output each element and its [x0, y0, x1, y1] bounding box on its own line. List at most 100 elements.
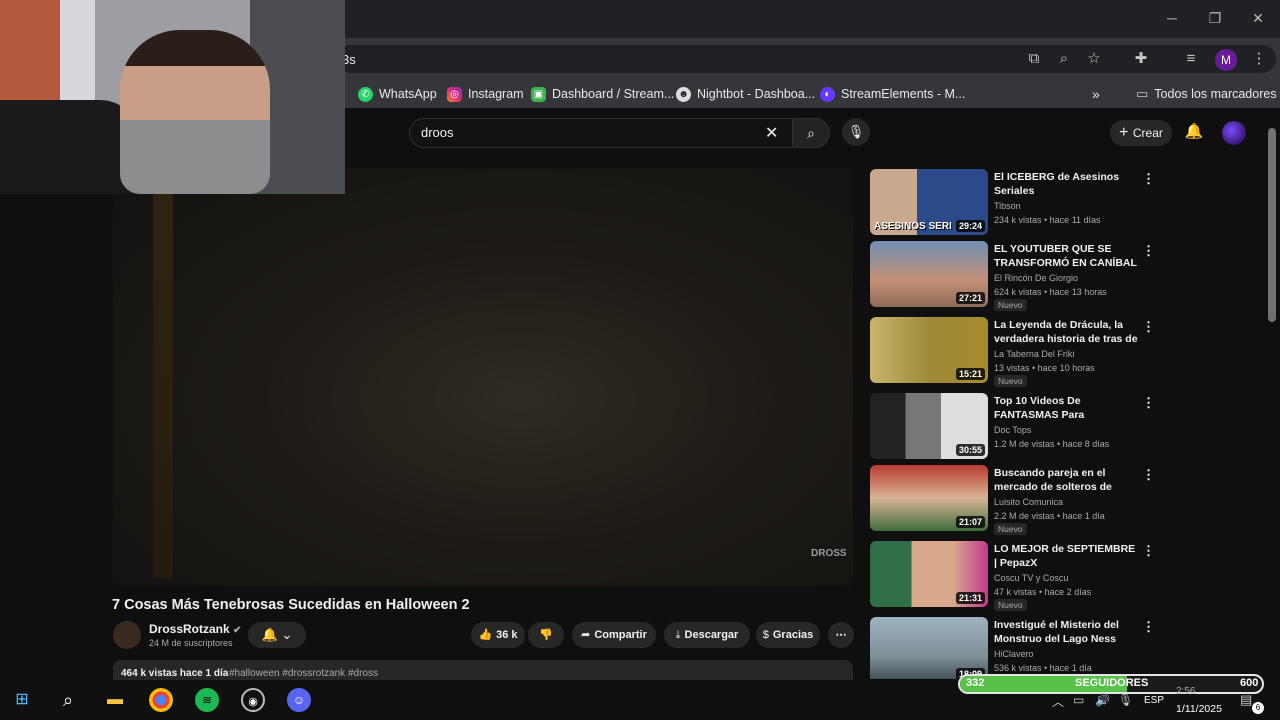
video-player[interactable]: DROSS	[113, 168, 853, 586]
more-vertical-icon[interactable]: ⋮	[1142, 171, 1155, 187]
recommended-channel[interactable]: Luisito Comunica	[994, 497, 1063, 507]
browser-menu-icon[interactable]: ⋮	[1248, 49, 1270, 69]
recommended-video[interactable]: 30:55 Top 10 Videos De FANTASMAS Para AS…	[870, 393, 1160, 461]
recommended-channel[interactable]: El Rincón De Giorgio	[994, 273, 1078, 283]
recommended-video[interactable]: ASESINOS SERI 29:24 El ICEBERG de Asesin…	[870, 169, 1160, 237]
network-icon[interactable]: ▭	[1073, 693, 1084, 707]
volume-icon[interactable]: 🔊	[1095, 693, 1110, 707]
all-bookmarks-button[interactable]: ▭ Todos los marcadores	[1136, 85, 1277, 103]
recommended-video[interactable]: 27:21 EL YOUTUBER QUE SE TRANSFORMÓ EN C…	[870, 241, 1160, 311]
more-vertical-icon[interactable]: ⋮	[1142, 243, 1155, 259]
create-button[interactable]: + Crear	[1110, 120, 1172, 146]
more-vertical-icon[interactable]: ⋮	[1142, 395, 1155, 411]
recommended-video[interactable]: 21:31 LO MEJOR de SEPTIEMBRE | PepazX Co…	[870, 541, 1160, 611]
notifications-bell-icon[interactable]: 🔔	[1184, 122, 1204, 144]
recommended-channel[interactable]: HiClavero	[994, 649, 1034, 659]
file-explorer-icon[interactable]: ▬	[103, 688, 127, 712]
profile-avatar[interactable]: M	[1215, 49, 1237, 71]
video-thumbnail[interactable]: 18:09	[870, 617, 988, 679]
bookmark-whatsapp[interactable]: ✆ WhatsApp	[358, 85, 437, 103]
thumbnail-overlay-text: ASESINOS SERI	[874, 221, 952, 232]
bookmark-nightbot[interactable]: ☻ Nightbot - Dashboa...	[676, 85, 815, 103]
more-vertical-icon[interactable]: ⋮	[1142, 543, 1155, 559]
search-button[interactable]: ⌕	[792, 118, 830, 148]
hashtags[interactable]: #halloween #drossrotzank #dross	[229, 668, 378, 679]
recommended-video-title[interactable]: El ICEBERG de Asesinos Seriales	[994, 170, 1138, 198]
voice-search-button[interactable]: 🎙	[842, 118, 870, 146]
youtube-account-avatar[interactable]	[1222, 121, 1246, 145]
recommended-channel[interactable]: La Taberna Del Friki	[994, 349, 1074, 359]
dislike-button[interactable]: 👎	[528, 622, 564, 648]
bookmark-star-icon[interactable]: ☆	[1083, 49, 1105, 69]
recommended-video[interactable]: 18:09 Investigué el Misterio del Monstru…	[870, 617, 1160, 679]
thanks-button[interactable]: $ Gracias	[756, 622, 820, 648]
page-scrollbar[interactable]	[1268, 128, 1276, 322]
zoom-icon[interactable]: ⌕	[1053, 49, 1075, 69]
notifications-icon[interactable]: ▤	[1240, 692, 1252, 708]
search-input[interactable]	[409, 118, 793, 148]
windows-start-icon[interactable]: ⊞	[10, 688, 34, 712]
bookmark-instagram[interactable]: ◎ Instagram	[447, 85, 524, 103]
bookmark-dashboard[interactable]: ▣ Dashboard / Stream...	[531, 85, 674, 103]
more-vertical-icon[interactable]: ⋮	[1142, 619, 1155, 635]
minimize-button[interactable]: ─	[1162, 8, 1182, 28]
recommended-video-title[interactable]: Top 10 Videos De FANTASMAS Para ASUSTART…	[994, 394, 1138, 422]
video-thumbnail[interactable]: 30:55	[870, 393, 988, 459]
discord-icon[interactable]: ☺	[287, 688, 311, 712]
video-thumbnail[interactable]: 21:31	[870, 541, 988, 607]
recommended-video-title[interactable]: Buscando pareja en el mercado de soltero…	[994, 466, 1138, 494]
extensions-icon[interactable]: ✚	[1130, 49, 1152, 69]
recommended-channel[interactable]: Coscu TV y Coscu	[994, 573, 1068, 583]
obs-icon[interactable]: ◉	[241, 688, 265, 712]
recommended-video[interactable]: 21:07 Buscando pareja en el mercado de s…	[870, 465, 1160, 535]
recommended-video-title[interactable]: La Leyenda de Drácula, la verdadera hist…	[994, 318, 1138, 346]
thanks-icon: $	[762, 629, 769, 641]
clock-date[interactable]: 1/11/2025	[1176, 703, 1222, 715]
cast-icon[interactable]: ⧉	[1023, 49, 1045, 69]
chrome-icon[interactable]	[149, 688, 173, 712]
recommended-video-title[interactable]: Investigué el Misterio del Monstruo del …	[994, 618, 1138, 646]
recommended-channel[interactable]: Doc Tops	[994, 425, 1031, 435]
recommended-channel[interactable]: Tibson	[994, 201, 1021, 211]
recommended-video-title[interactable]: EL YOUTUBER QUE SE TRANSFORMÓ EN CANÍBAL…	[994, 242, 1138, 270]
download-icon: ⤓	[675, 629, 681, 641]
more-vertical-icon[interactable]: ⋮	[1142, 319, 1155, 335]
channel-name[interactable]: DrossRotzank ✔	[149, 622, 241, 636]
channel-avatar[interactable]	[113, 621, 141, 649]
more-vertical-icon[interactable]: ⋮	[1142, 467, 1155, 483]
like-button[interactable]: 👍 36 k	[471, 622, 525, 648]
clear-search-icon[interactable]: ✕	[765, 123, 778, 143]
share-icon: ➦	[581, 629, 591, 641]
followers-label: SEGUIDORES	[1075, 677, 1149, 689]
clock-time[interactable]: 2:56	[1176, 686, 1195, 697]
video-thumbnail[interactable]: 15:21	[870, 317, 988, 383]
video-thumbnail[interactable]: 21:07	[870, 465, 988, 531]
tray-chevron-up-icon[interactable]: ︿	[1052, 693, 1064, 710]
microphone-tray-icon[interactable]: 🎙	[1118, 693, 1133, 707]
bookmark-label: Instagram	[468, 87, 524, 101]
recommended-meta: 536 k vistas • hace 1 día	[994, 663, 1092, 673]
subscription-bell-button[interactable]: 🔔 ⌄	[248, 622, 306, 648]
spotify-icon[interactable]: ≋	[195, 688, 219, 712]
search-icon[interactable]: ⌕	[56, 688, 80, 712]
more-actions-button[interactable]: ⋯	[828, 622, 854, 648]
share-label: Compartir	[594, 629, 647, 641]
maximize-button[interactable]: ❐	[1205, 8, 1225, 28]
new-badge: Nuevo	[994, 299, 1027, 311]
recommended-video-title[interactable]: LO MEJOR de SEPTIEMBRE | PepazX	[994, 542, 1138, 570]
language-indicator[interactable]: ESP	[1144, 695, 1164, 706]
verified-icon: ✔	[233, 625, 242, 636]
media-queue-icon[interactable]: ≡	[1180, 49, 1202, 69]
download-button[interactable]: ⤓ Descargar	[664, 622, 750, 648]
new-badge: Nuevo	[994, 523, 1027, 535]
recommended-video[interactable]: 15:21 La Leyenda de Drácula, la verdader…	[870, 317, 1160, 387]
share-button[interactable]: ➦ Compartir	[572, 622, 656, 648]
bookmarks-overflow-button[interactable]: »	[1092, 85, 1100, 103]
video-thumbnail[interactable]: 27:21	[870, 241, 988, 307]
close-window-button[interactable]: ✕	[1248, 8, 1268, 28]
followers-goal: 600	[1240, 677, 1259, 689]
recommended-meta: 2.2 M de vistas • hace 1 día	[994, 511, 1105, 521]
all-bookmarks-label: Todos los marcadores	[1154, 87, 1277, 101]
bookmark-streamelements[interactable]: ◐ StreamElements - M...	[820, 85, 965, 103]
video-thumbnail[interactable]: ASESINOS SERI 29:24	[870, 169, 988, 235]
